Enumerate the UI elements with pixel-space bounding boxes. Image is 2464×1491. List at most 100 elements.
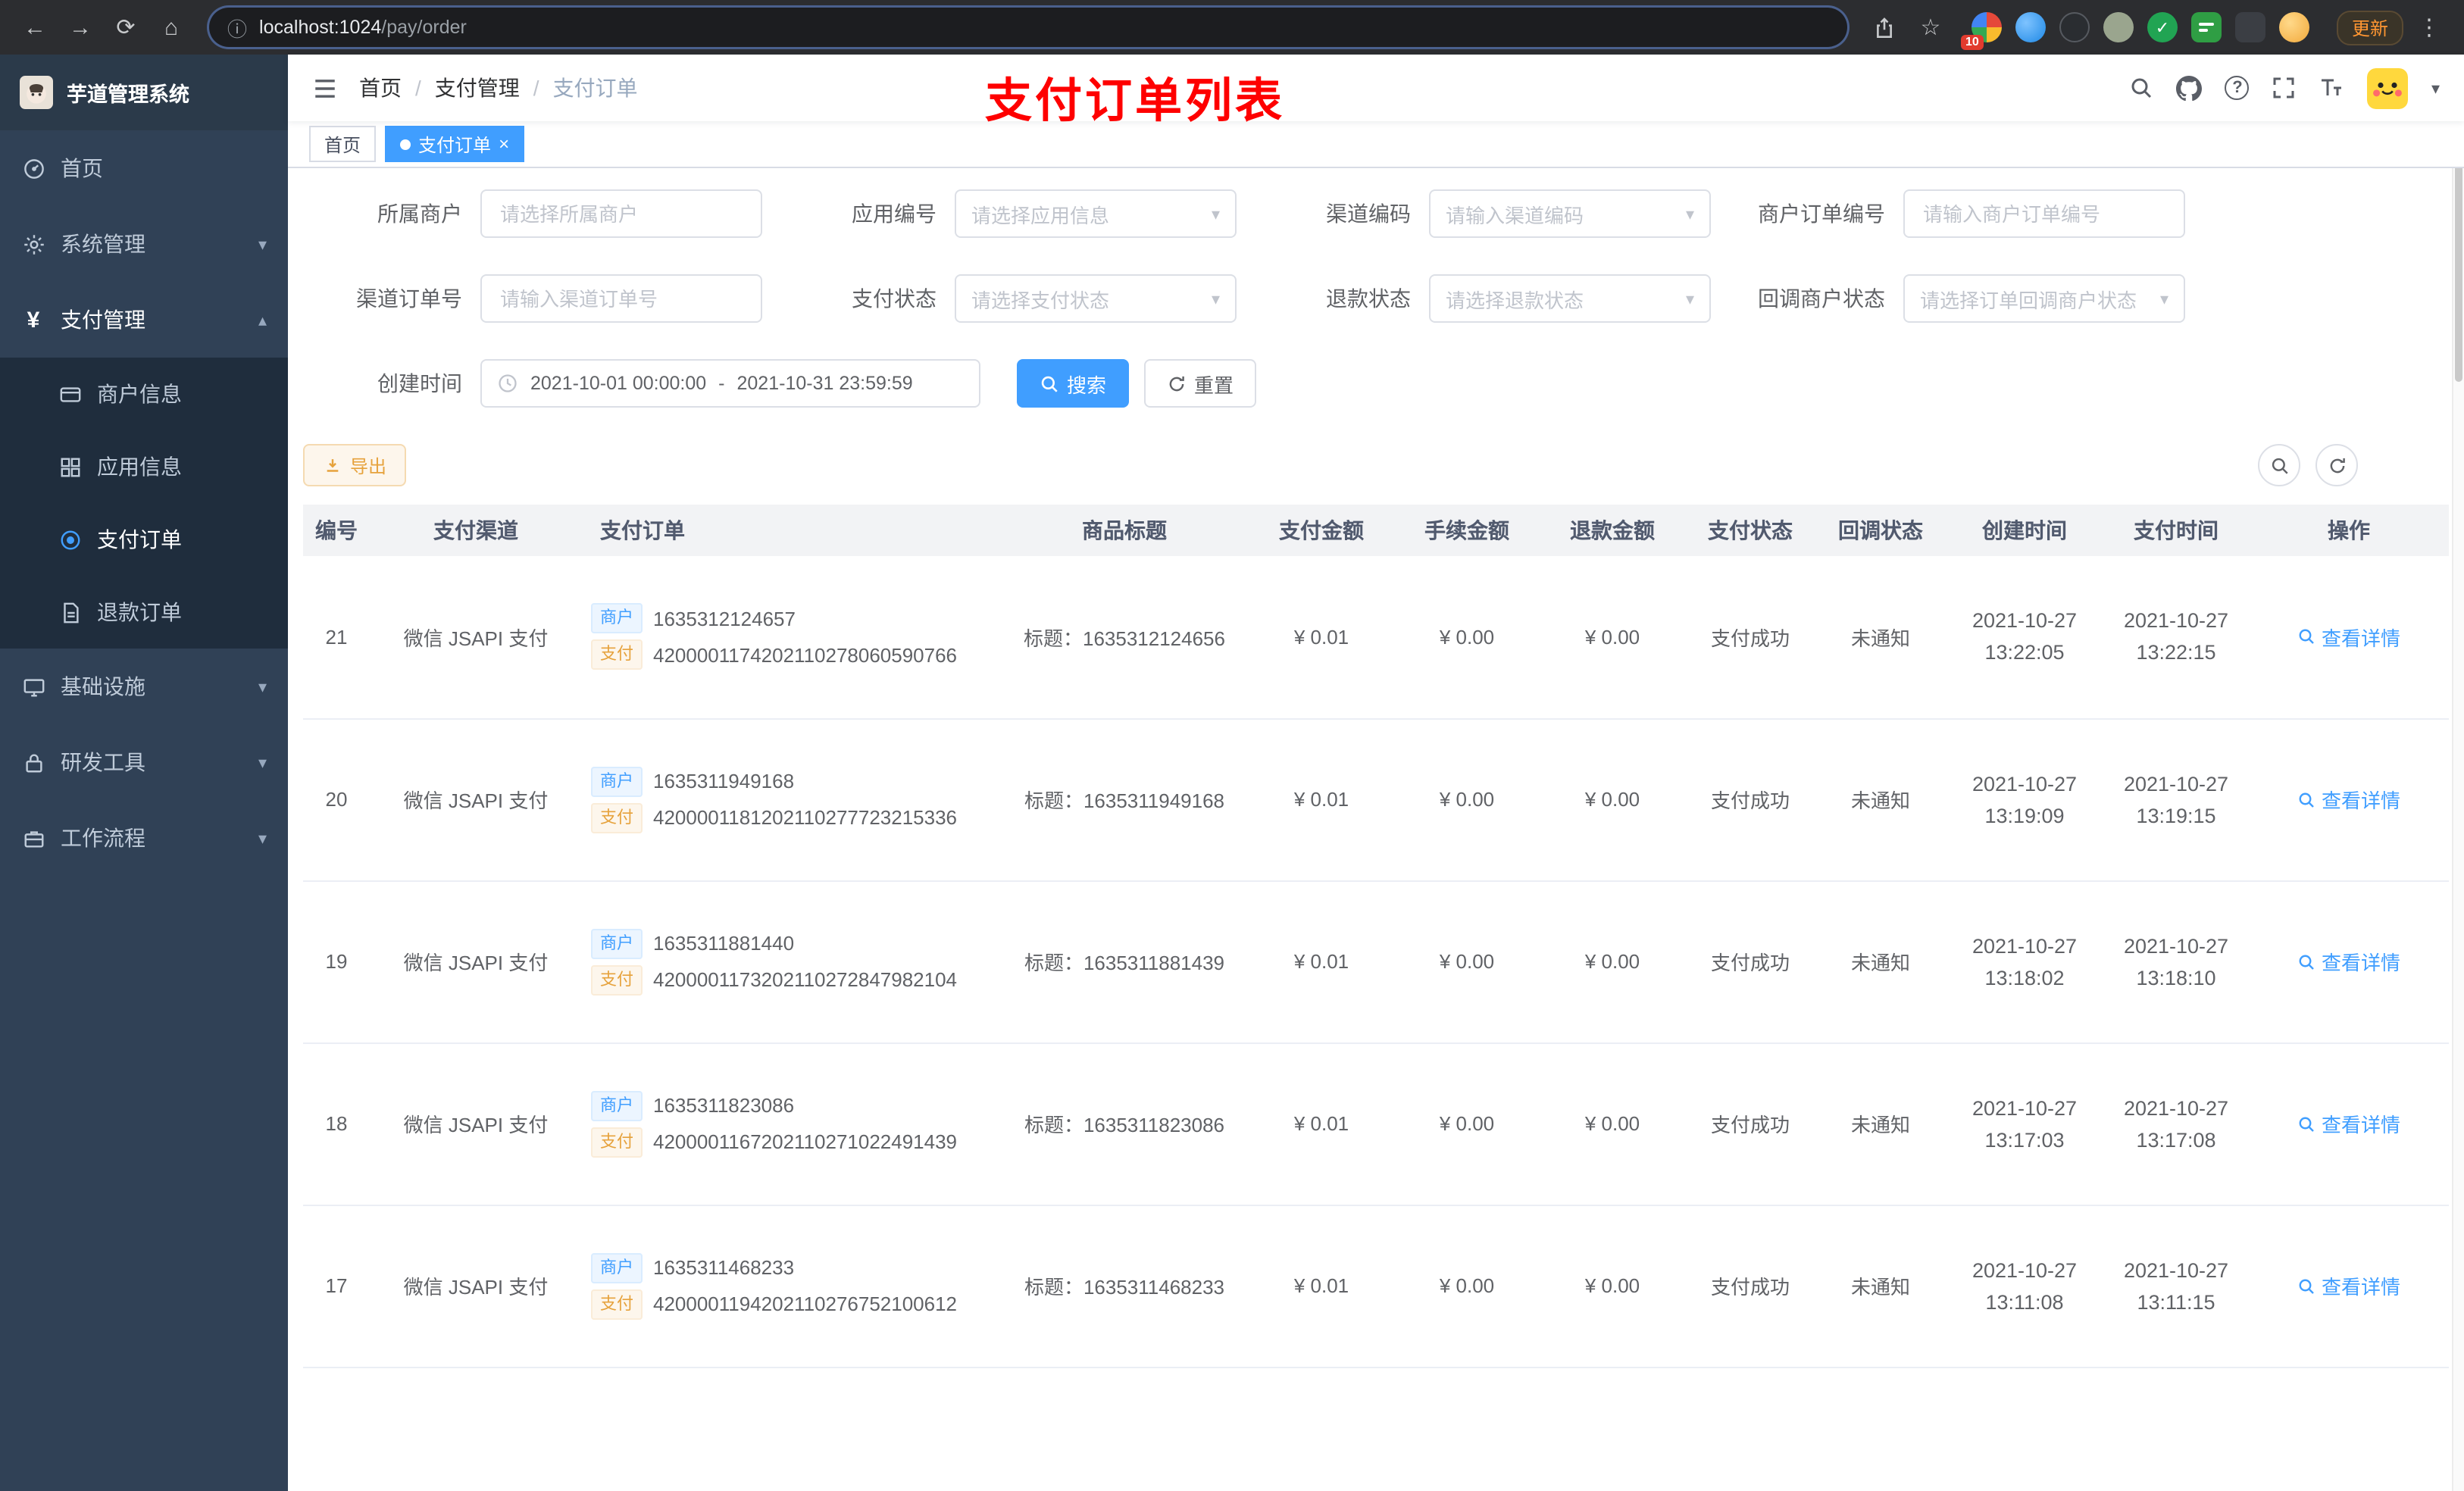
cell-fee: ¥ 0.00 bbox=[1394, 1042, 1540, 1205]
cell-amount: ¥ 0.01 bbox=[1249, 556, 1394, 719]
filter-label: 应用编号 bbox=[852, 202, 937, 226]
reload-icon[interactable]: ⟳ bbox=[106, 8, 145, 47]
select-placeholder: 请选择支付状态 bbox=[971, 289, 1110, 311]
search-icon[interactable] bbox=[2130, 76, 2154, 100]
view-detail-link[interactable]: 查看详情 bbox=[2297, 1109, 2400, 1138]
select-placeholder: 请选择退款状态 bbox=[1446, 289, 1584, 311]
view-detail-link[interactable]: 查看详情 bbox=[2297, 947, 2400, 976]
cell-status: 支付成功 bbox=[1685, 880, 1815, 1043]
yen-icon: ¥ bbox=[27, 307, 40, 333]
back-icon[interactable]: ← bbox=[15, 8, 55, 47]
channel-order-no-input[interactable] bbox=[497, 286, 746, 311]
forward-icon[interactable]: → bbox=[61, 8, 100, 47]
github-icon[interactable] bbox=[2176, 75, 2203, 101]
channel-code-select[interactable]: 请输入渠道编码 ▾ bbox=[1429, 189, 1711, 238]
extension-pin-icon[interactable] bbox=[2234, 12, 2265, 42]
breadcrumb: 首页 / 支付管理 / 支付订单 bbox=[359, 73, 638, 103]
sidebar-item-workflow[interactable]: 工作流程 ▾ bbox=[0, 800, 288, 876]
cell-id: 21 bbox=[303, 556, 370, 719]
create-time-range-picker[interactable]: 2021-10-01 00:00:00 - 2021-10-31 23:59:5… bbox=[480, 359, 980, 408]
app-id-select[interactable]: 请选择应用信息 ▾ bbox=[955, 189, 1237, 238]
extension-chat-icon[interactable] bbox=[2190, 12, 2222, 42]
help-icon[interactable]: ? bbox=[2225, 76, 2250, 100]
sidebar-item-label: 支付管理 bbox=[61, 308, 145, 332]
address-bar[interactable]: ⓘ localhost:1024/pay/order bbox=[209, 8, 1847, 47]
merchant-order-no-input[interactable] bbox=[1920, 201, 2169, 227]
date-end-value: 2021-10-31 23:59:59 bbox=[736, 373, 913, 394]
merchant-select[interactable] bbox=[480, 189, 762, 238]
fullscreen-icon[interactable] bbox=[2272, 76, 2297, 100]
extension-colorful-icon[interactable]: 10 bbox=[1960, 12, 2002, 50]
merchant-order-no-input-wrap[interactable] bbox=[1903, 189, 2185, 238]
extension-dark-icon[interactable] bbox=[2059, 12, 2090, 42]
browser-update-button[interactable]: 更新 bbox=[2336, 10, 2403, 45]
extension-face-icon[interactable] bbox=[2278, 12, 2309, 42]
sidebar-item-pay-order[interactable]: 支付订单 bbox=[0, 503, 288, 576]
sidebar-item-app-info[interactable]: 应用信息 bbox=[0, 430, 288, 503]
document-icon bbox=[58, 600, 82, 624]
cell-pay-time: 2021-10-27 13:22:15 bbox=[2103, 556, 2249, 719]
tab-pay-order[interactable]: 支付订单 × bbox=[385, 126, 525, 162]
export-button[interactable]: 导出 bbox=[303, 444, 407, 486]
browser-menu-icon[interactable]: ⋮ bbox=[2409, 8, 2449, 47]
screen: ← → ⟳ ⌂ ⓘ localhost:1024/pay/order ☆ 10 … bbox=[0, 0, 2464, 1491]
view-detail-link[interactable]: 查看详情 bbox=[2297, 623, 2400, 652]
merchant-order-no: 1635311468233 bbox=[653, 1256, 795, 1279]
sidebar-item-label: 支付订单 bbox=[97, 527, 182, 552]
sidebar-item-system[interactable]: 系统管理 ▾ bbox=[0, 206, 288, 282]
sidebar-item-payment[interactable]: ¥ 支付管理 ▴ bbox=[0, 282, 288, 358]
sidebar-item-label: 系统管理 bbox=[61, 232, 145, 256]
reset-button[interactable]: 重置 bbox=[1144, 359, 1257, 408]
cell-title: 标题：1635312124656 bbox=[1000, 556, 1249, 719]
dashboard-icon bbox=[21, 156, 45, 180]
clock-icon bbox=[497, 373, 518, 394]
table-row: 21 微信 JSAPI 支付 商户 1635312124657 支付 4200001… bbox=[303, 556, 2449, 719]
chevron-down-icon: ▾ bbox=[1211, 290, 1220, 308]
view-detail-link[interactable]: 查看详情 bbox=[2297, 1271, 2400, 1300]
pay-status-select[interactable]: 请选择支付状态 ▾ bbox=[955, 274, 1237, 323]
avatar-caret-icon[interactable]: ▾ bbox=[2431, 78, 2440, 98]
search-toggle-button[interactable] bbox=[2258, 444, 2300, 486]
extension-gray-icon[interactable] bbox=[2103, 12, 2134, 42]
notify-status-select[interactable]: 请选择订单回调商户状态 ▾ bbox=[1903, 274, 2185, 323]
extension-check-icon[interactable]: ✓ bbox=[2147, 12, 2178, 42]
sidebar-item-refund-order[interactable]: 退款订单 bbox=[0, 576, 288, 649]
close-tab-icon[interactable]: × bbox=[499, 135, 509, 153]
refresh-table-button[interactable] bbox=[2315, 444, 2358, 486]
search-button[interactable]: 搜索 bbox=[1017, 359, 1130, 408]
share-icon[interactable] bbox=[1865, 8, 1905, 47]
view-detail-link[interactable]: 查看详情 bbox=[2297, 785, 2400, 814]
avatar[interactable] bbox=[2367, 67, 2409, 108]
home-icon[interactable]: ⌂ bbox=[152, 8, 191, 47]
sidebar-item-label: 应用信息 bbox=[97, 455, 182, 479]
col-order: 支付订单 bbox=[582, 505, 1000, 556]
refund-status-select[interactable]: 请选择退款状态 ▾ bbox=[1429, 274, 1711, 323]
tab-home[interactable]: 首页 bbox=[309, 126, 377, 162]
cell-id bbox=[303, 1367, 370, 1432]
sidebar-item-merchant-info[interactable]: 商户信息 bbox=[0, 358, 288, 430]
merchant-tag: 商户 bbox=[591, 1252, 643, 1283]
sidebar-item-infra[interactable]: 基础设施 ▾ bbox=[0, 649, 288, 724]
pay-order-no: 4200001167202110271022491439 bbox=[653, 1130, 958, 1153]
site-info-icon[interactable]: ⓘ bbox=[227, 13, 247, 42]
payment-submenu: 商户信息 应用信息 支付订单 退款订单 bbox=[0, 358, 288, 649]
merchant-input[interactable] bbox=[497, 201, 746, 227]
cell-action: 查看详情 bbox=[2249, 1042, 2449, 1205]
breadcrumb-home[interactable]: 首页 bbox=[359, 73, 402, 103]
sidebar-toggle-icon[interactable] bbox=[312, 75, 338, 101]
breadcrumb-payment[interactable]: 支付管理 bbox=[435, 73, 520, 103]
app-logo[interactable]: 芋道管理系统 bbox=[0, 55, 288, 130]
extension-badge: 10 bbox=[1960, 35, 1984, 50]
font-size-icon[interactable] bbox=[2319, 76, 2345, 100]
chevron-down-icon: ▾ bbox=[258, 678, 267, 696]
extension-blue-icon[interactable] bbox=[2015, 12, 2046, 42]
pay-order-no: 4200001181202110277723215336 bbox=[653, 806, 958, 829]
sidebar-item-home[interactable]: 首页 bbox=[0, 130, 288, 206]
sidebar-item-label: 研发工具 bbox=[61, 750, 145, 774]
col-channel: 支付渠道 bbox=[370, 505, 582, 556]
channel-order-no-input-wrap[interactable] bbox=[480, 274, 762, 323]
merchant-order-no: 1635312124657 bbox=[653, 607, 796, 630]
page-scrollbar[interactable] bbox=[2452, 121, 2464, 1491]
sidebar-item-devtools[interactable]: 研发工具 ▾ bbox=[0, 724, 288, 800]
bookmark-star-icon[interactable]: ☆ bbox=[1911, 8, 1950, 47]
